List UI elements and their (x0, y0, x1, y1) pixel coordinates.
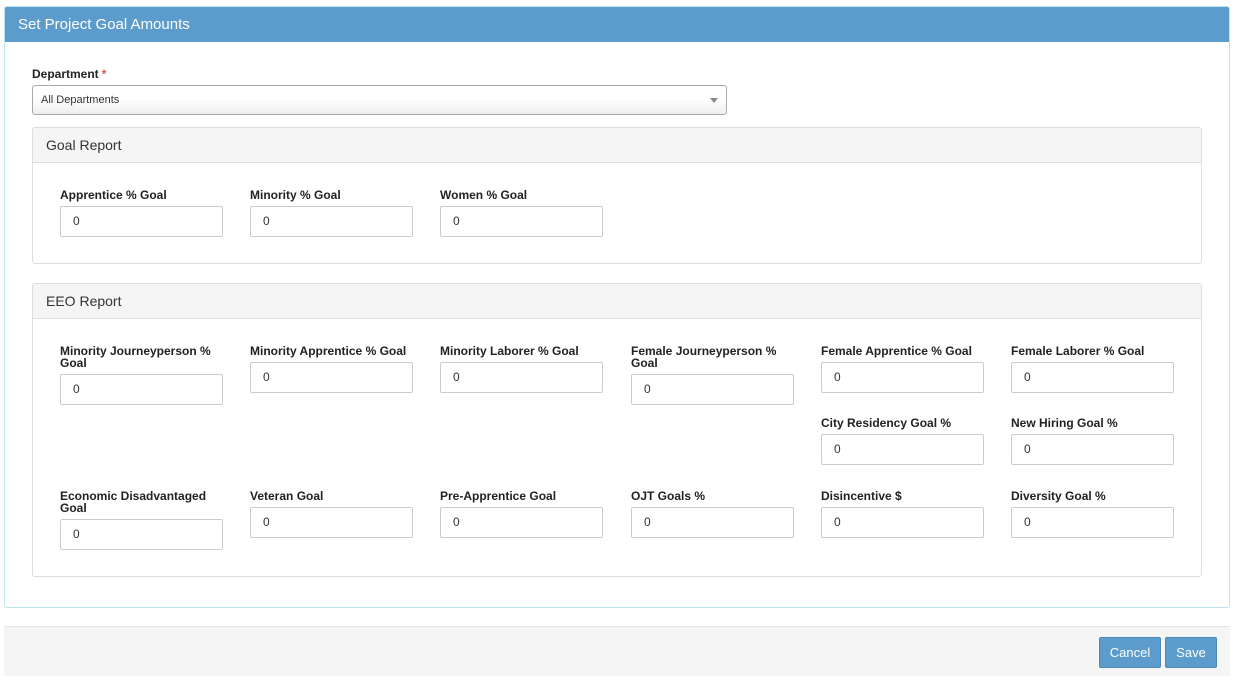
minority-goal-input[interactable]: 0 (250, 206, 413, 237)
women-goal-field: Women % Goal 0 (440, 189, 603, 237)
field-label: Minority Laborer % Goal (440, 344, 579, 358)
field-label: Minority Journeyperson % Goal (60, 344, 211, 370)
pre-apprentice-input[interactable]: 0 (440, 507, 603, 538)
minority-journeyperson-input[interactable]: 0 (60, 374, 223, 405)
disincentive-field: Disincentive $ 0 (821, 490, 984, 538)
diversity-goal-input[interactable]: 0 (1011, 507, 1174, 538)
pre-apprentice-field: Pre-Apprentice Goal 0 (440, 490, 603, 538)
field-label: City Residency Goal % (821, 416, 952, 430)
minority-apprentice-input[interactable]: 0 (250, 362, 413, 393)
minority-laborer-field: Minority Laborer % Goal 0 (440, 345, 603, 393)
apprentice-goal-input[interactable]: 0 (60, 206, 223, 237)
female-journeyperson-field: Female Journeyperson % Goal 0 (631, 345, 794, 405)
goal-amounts-panel: Set Project Goal Amounts Department * All… (4, 6, 1230, 608)
eeo-report-title: EEO Report (33, 284, 1201, 319)
field-label: Minority % Goal (250, 188, 341, 202)
field-label: Veteran Goal (250, 489, 324, 503)
minority-journeyperson-field: Minority Journeyperson % Goal 0 (60, 345, 223, 405)
field-label: Disincentive $ (821, 489, 902, 503)
minority-goal-field: Minority % Goal 0 (250, 189, 413, 237)
field-label: Diversity Goal % (1011, 489, 1106, 503)
field-label: New Hiring Goal % (1011, 416, 1118, 430)
department-selected-value: All Departments (41, 94, 120, 106)
field-label: Female Journeyperson % Goal (631, 344, 777, 370)
ojt-goals-input[interactable]: 0 (631, 507, 794, 538)
female-journeyperson-input[interactable]: 0 (631, 374, 794, 405)
apprentice-goal-field: Apprentice % Goal 0 (60, 189, 223, 237)
dialog-footer: Cancel Save (4, 626, 1230, 676)
save-button[interactable]: Save (1165, 637, 1217, 668)
field-label: OJT Goals % (631, 489, 706, 503)
new-hiring-input[interactable]: 0 (1011, 434, 1174, 465)
female-apprentice-input[interactable]: 0 (821, 362, 984, 393)
disincentive-input[interactable]: 0 (821, 507, 984, 538)
field-label: Pre-Apprentice Goal (440, 489, 557, 503)
panel-title: Set Project Goal Amounts (5, 7, 1229, 42)
field-label: Minority Apprentice % Goal (250, 344, 407, 358)
field-label: Apprentice % Goal (60, 188, 167, 202)
veteran-goal-field: Veteran Goal 0 (250, 490, 413, 538)
city-residency-field: City Residency Goal % 0 (821, 417, 984, 465)
veteran-goal-input[interactable]: 0 (250, 507, 413, 538)
women-goal-input[interactable]: 0 (440, 206, 603, 237)
goal-report-section: Goal Report Apprentice % Goal 0 Minority… (32, 127, 1202, 264)
cancel-button[interactable]: Cancel (1099, 637, 1161, 668)
minority-apprentice-field: Minority Apprentice % Goal 0 (250, 345, 413, 393)
field-label: Female Apprentice % Goal (821, 344, 972, 358)
city-residency-input[interactable]: 0 (821, 434, 984, 465)
new-hiring-field: New Hiring Goal % 0 (1011, 417, 1174, 465)
field-label: Women % Goal (440, 188, 528, 202)
field-label: Female Laborer % Goal (1011, 344, 1145, 358)
economic-disadvantaged-field: Economic Disadvantaged Goal 0 (60, 490, 223, 550)
chevron-down-icon (710, 98, 718, 103)
female-laborer-input[interactable]: 0 (1011, 362, 1174, 393)
diversity-goal-field: Diversity Goal % 0 (1011, 490, 1174, 538)
economic-disadvantaged-input[interactable]: 0 (60, 519, 223, 550)
field-label: Economic Disadvantaged Goal (60, 489, 207, 515)
female-apprentice-field: Female Apprentice % Goal 0 (821, 345, 984, 393)
eeo-report-section: EEO Report Minority Journeyperson % Goal… (32, 283, 1202, 577)
minority-laborer-input[interactable]: 0 (440, 362, 603, 393)
department-label: Department * (32, 67, 106, 81)
department-label-text: Department (32, 67, 99, 81)
required-marker: * (101, 67, 107, 81)
female-laborer-field: Female Laborer % Goal 0 (1011, 345, 1174, 393)
goal-report-title: Goal Report (33, 128, 1201, 163)
ojt-goals-field: OJT Goals % 0 (631, 490, 794, 538)
department-select[interactable]: All Departments (32, 85, 727, 115)
